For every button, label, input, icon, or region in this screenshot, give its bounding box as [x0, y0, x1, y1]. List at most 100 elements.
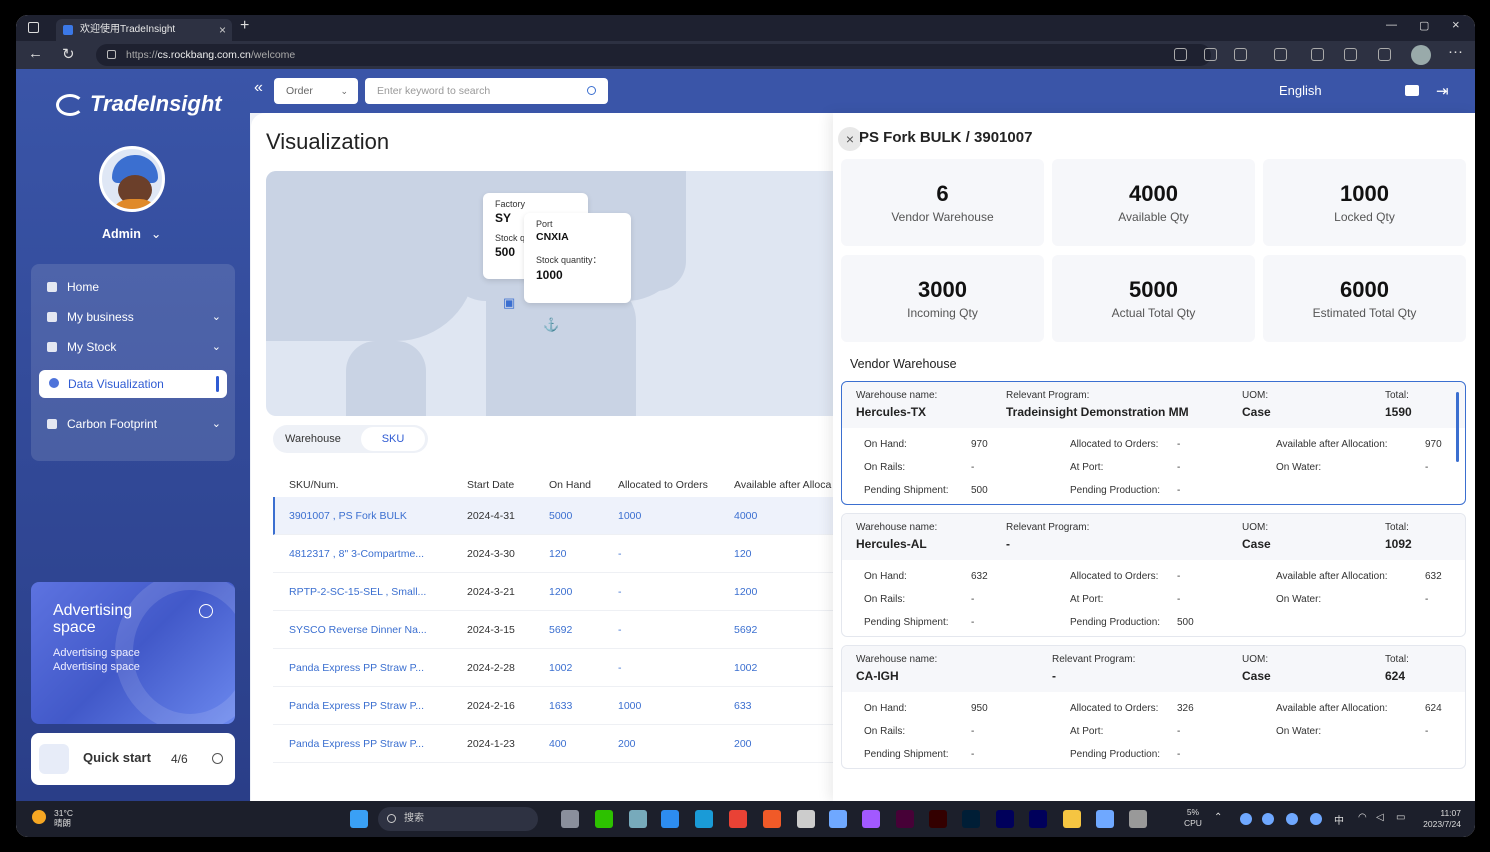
- xmind-icon[interactable]: [797, 810, 815, 828]
- cloud-icon[interactable]: [1310, 813, 1322, 825]
- chevron-down-icon: ⌄: [211, 418, 221, 430]
- port-value: CNXIA: [536, 231, 569, 243]
- photoshop-icon[interactable]: [962, 810, 980, 828]
- table-cell: -: [618, 548, 622, 560]
- field-value: 970: [1425, 439, 1442, 450]
- stat-value: 4000: [1129, 181, 1178, 206]
- field-value: -: [1177, 439, 1181, 450]
- warehouse-card[interactable]: Warehouse name: Hercules-AL Relevant Progr…: [841, 513, 1466, 637]
- cpu-monitor[interactable]: 5% CPU: [1184, 807, 1202, 829]
- logout-icon[interactable]: ⇥: [1436, 82, 1449, 100]
- minimize-icon[interactable]: —: [1386, 19, 1397, 31]
- vscode-icon[interactable]: [661, 810, 679, 828]
- table-row[interactable]: Panda Express PP Straw P... 2024-2-16 1633…: [273, 687, 841, 725]
- battery-icon[interactable]: ▭: [1396, 812, 1405, 823]
- close-window-icon[interactable]: ×: [1452, 17, 1460, 32]
- gear-icon[interactable]: [1129, 810, 1147, 828]
- app-icon[interactable]: [829, 810, 847, 828]
- xd-icon[interactable]: [896, 810, 914, 828]
- back-icon[interactable]: ←: [28, 45, 43, 62]
- browser-essentials-icon[interactable]: [1378, 48, 1391, 61]
- warehouse-card[interactable]: Warehouse name: CA-IGH Relevant Program: - U…: [841, 645, 1466, 769]
- maximize-icon[interactable]: ▢: [1419, 19, 1429, 32]
- field-label: On Rails:: [864, 594, 906, 605]
- sidebar-item-home[interactable]: Home: [31, 274, 235, 300]
- photos-icon[interactable]: [1096, 810, 1114, 828]
- toggle-sku[interactable]: SKU: [361, 427, 425, 451]
- search-icon[interactable]: [587, 86, 596, 95]
- taskbar-search[interactable]: 搜索: [378, 807, 538, 831]
- language-switch[interactable]: English: [1279, 83, 1322, 98]
- app-tray-icon[interactable]: [1286, 813, 1298, 825]
- extensions-icon[interactable]: [1274, 48, 1287, 61]
- url-field[interactable]: https://cs.rockbang.com.cn/welcome: [96, 44, 1211, 66]
- arrow-circle-icon[interactable]: [212, 753, 223, 764]
- file-explorer-icon[interactable]: [1063, 810, 1081, 828]
- favorite-star-icon[interactable]: [1234, 48, 1247, 61]
- start-icon[interactable]: [350, 810, 368, 828]
- avatar[interactable]: [99, 146, 165, 212]
- after-effects-icon[interactable]: [1029, 810, 1047, 828]
- wifi-icon[interactable]: ◠: [1358, 812, 1367, 823]
- reader-view-icon[interactable]: [1204, 48, 1217, 61]
- sidebar-item-data-visualization[interactable]: Data Visualization: [39, 370, 227, 398]
- wechat-icon[interactable]: [595, 810, 613, 828]
- scrollbar[interactable]: [1456, 392, 1459, 462]
- toggle-warehouse[interactable]: Warehouse: [285, 425, 341, 453]
- logo-text: TradeInsight: [90, 91, 222, 116]
- weather-icon[interactable]: [32, 810, 46, 824]
- weather-widget[interactable]: 31°C 晴朗: [54, 808, 73, 828]
- field-value: -: [971, 462, 975, 473]
- table-row[interactable]: 4812317 , 8" 3-Compartme... 2024-3-30 120 -…: [273, 535, 841, 573]
- table-row[interactable]: Panda Express PP Straw P... 2024-2-28 1002…: [273, 649, 841, 687]
- reload-icon[interactable]: ↻: [62, 45, 75, 63]
- read-aloud-icon[interactable]: [1174, 48, 1187, 61]
- user-menu[interactable]: Admin ⌄: [102, 226, 161, 241]
- port-anchor-icon[interactable]: ⚓: [543, 317, 559, 333]
- warehouse-card[interactable]: Warehouse name: Hercules-TX Relevant Progr…: [841, 381, 1466, 505]
- close-tab-icon[interactable]: ×: [219, 19, 226, 41]
- volume-icon[interactable]: ◁: [1376, 812, 1384, 823]
- mail-icon[interactable]: [1405, 85, 1419, 96]
- map[interactable]: Factory SY Stock quantity 500 Port CNXIA…: [266, 171, 846, 416]
- sidebar-item-carbon-footprint[interactable]: Carbon Footprint ⌄: [31, 411, 235, 437]
- quick-start-card[interactable]: Quick start 4/6: [31, 733, 235, 785]
- table-row[interactable]: RPTP-2-SC-15-SEL , Small... 2024-3-21 1200…: [273, 573, 841, 611]
- window-menu-icon[interactable]: [28, 22, 39, 33]
- chevron-up-icon[interactable]: ⌃: [1214, 812, 1222, 823]
- new-tab-icon[interactable]: +: [240, 17, 249, 35]
- search-input[interactable]: Enter keyword to search: [365, 78, 608, 104]
- field-label: On Rails:: [864, 726, 906, 737]
- ime-indicator[interactable]: 中: [1334, 812, 1344, 827]
- table-row[interactable]: 3901007 , PS Fork BULK 2024-4-31 5000 1000 4…: [273, 497, 841, 535]
- collections-icon[interactable]: [1344, 48, 1357, 61]
- table-row[interactable]: SYSCO Reverse Dinner Na... 2024-3-15 5692 -…: [273, 611, 841, 649]
- favorites-icon[interactable]: [1311, 48, 1324, 61]
- field-value: -: [971, 749, 975, 760]
- sidebar-item-my-business[interactable]: My business ⌄: [31, 304, 235, 330]
- task-view-icon[interactable]: [561, 810, 579, 828]
- table-row[interactable]: Panda Express PP Straw P... 2024-1-23 400 2…: [273, 725, 841, 763]
- app-icon[interactable]: [763, 810, 781, 828]
- profile-avatar-icon[interactable]: [1411, 45, 1431, 65]
- illustrator-icon[interactable]: [929, 810, 947, 828]
- browser-tab[interactable]: 欢迎使用TradeInsight ×: [56, 19, 232, 41]
- sidebar-item-my-stock[interactable]: My Stock ⌄: [31, 334, 235, 360]
- table-cell: -: [618, 662, 622, 674]
- settings-app-icon[interactable]: [629, 810, 647, 828]
- factory-marker-icon[interactable]: ▣: [503, 295, 515, 311]
- onedrive-icon[interactable]: [1240, 813, 1252, 825]
- table-cell: 1633: [549, 700, 573, 712]
- collapse-sidebar-icon[interactable]: «: [254, 79, 263, 97]
- advertising-banner[interactable]: Advertising space Advertising space Adve…: [31, 582, 235, 724]
- more-icon[interactable]: ···: [1448, 43, 1463, 60]
- figma-icon[interactable]: [862, 810, 880, 828]
- clock[interactable]: 11:07 2023/7/24: [1423, 808, 1461, 830]
- edge-icon[interactable]: [695, 810, 713, 828]
- wechat-tray-icon[interactable]: [1262, 813, 1274, 825]
- arrow-circle-icon[interactable]: [199, 604, 213, 618]
- factory-label: Factory: [495, 199, 526, 209]
- chrome-icon[interactable]: [729, 810, 747, 828]
- order-select[interactable]: Order ⌄: [274, 78, 358, 104]
- premiere-icon[interactable]: [996, 810, 1014, 828]
